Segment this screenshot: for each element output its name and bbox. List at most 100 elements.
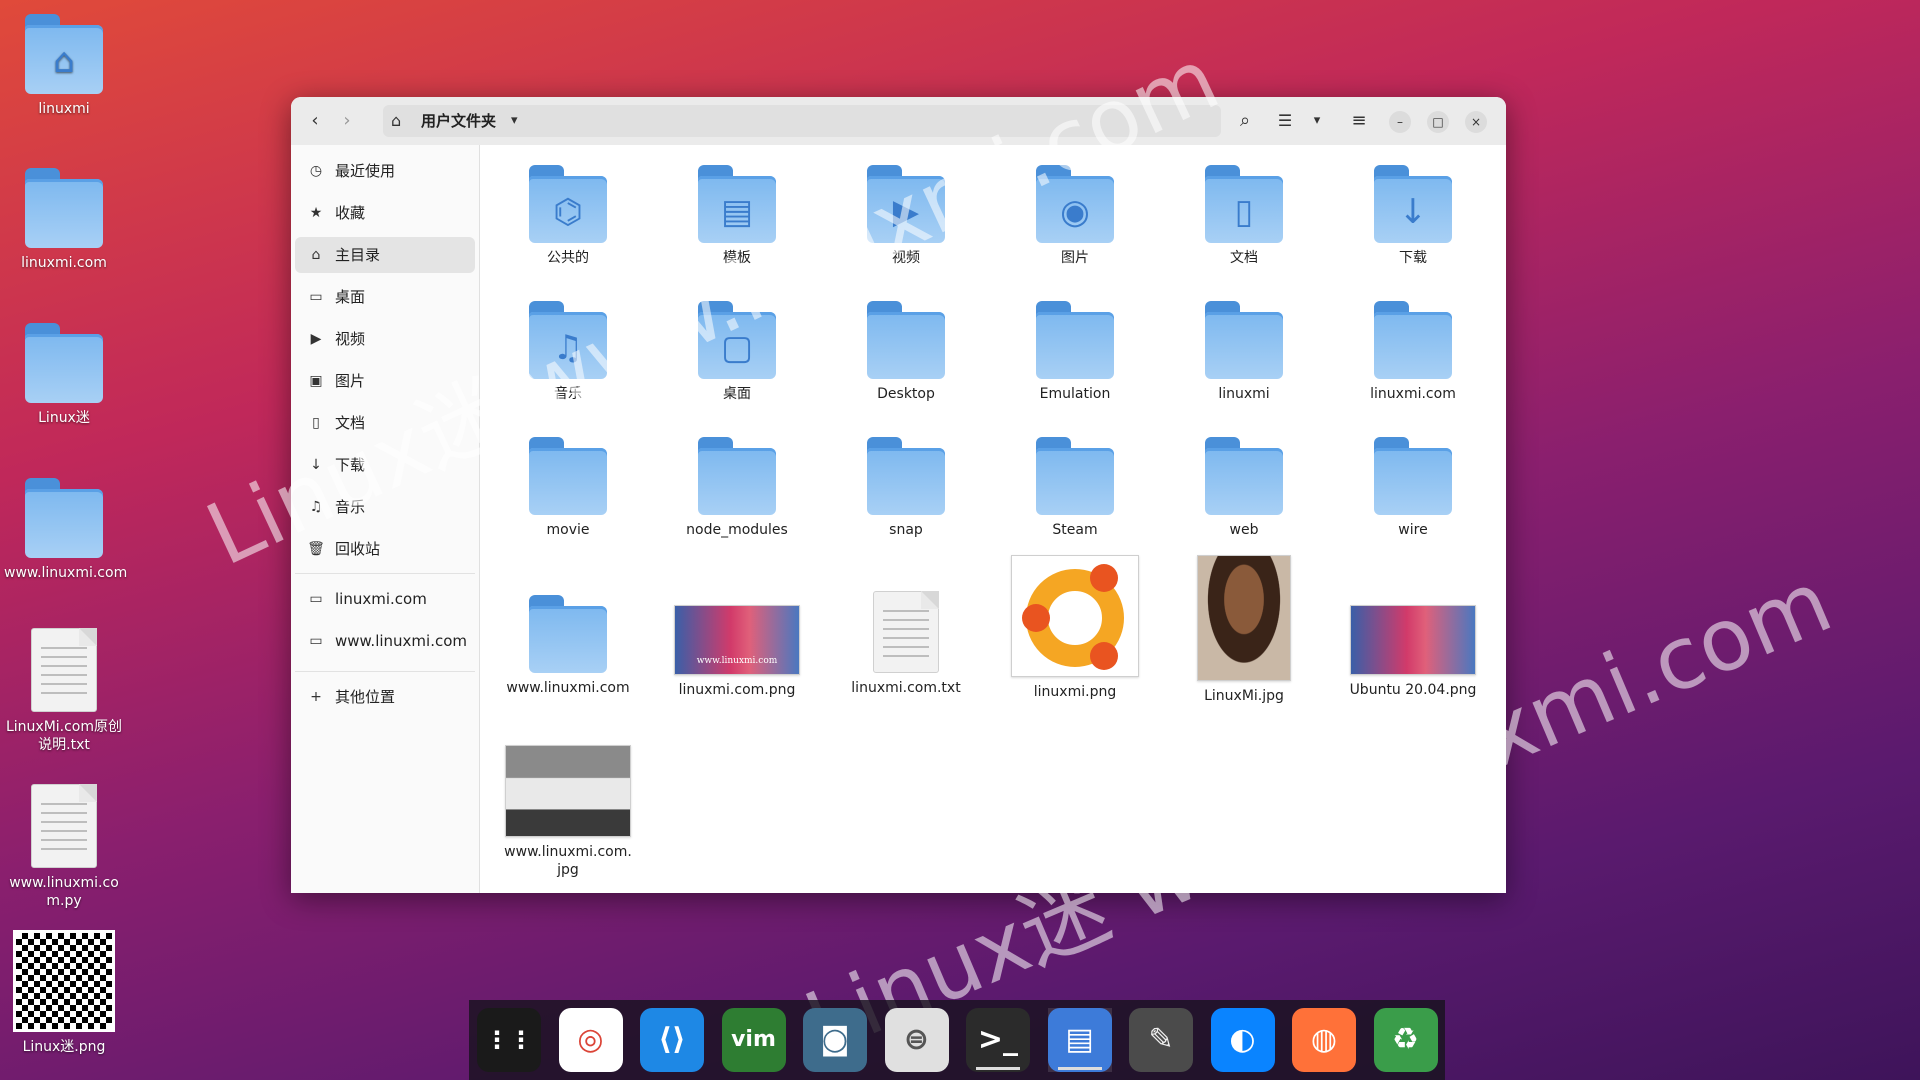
desktop-icon-item[interactable]: www.linuxmi.com xyxy=(4,478,127,582)
dock-gimp[interactable]: ✎ xyxy=(1129,1008,1193,1072)
menu-button[interactable]: ≡ xyxy=(1345,107,1373,135)
sidebar-item-label: 最近使用 xyxy=(335,162,396,180)
folder-icon: ▭ xyxy=(309,633,323,649)
file-item[interactable]: ◉ 图片 xyxy=(995,165,1155,267)
sidebar-item[interactable]: ♫ 音乐 xyxy=(295,489,475,525)
file-manager-window: ‹ › ⌂ 用户文件夹 ▾ ⌕ ☰ ▾ ≡ – □ × ◷ 最近使用 ★ 收藏 ⌂ 主目录… xyxy=(291,97,1506,893)
path-label[interactable]: 用户文件夹 xyxy=(421,105,496,137)
download-icon: ↓ xyxy=(1398,191,1428,232)
dock-terminal[interactable]: >_ xyxy=(966,1008,1030,1072)
file-item[interactable]: linuxmi.com.txt xyxy=(826,555,986,697)
folder-body xyxy=(529,605,607,673)
file-item[interactable]: Emulation xyxy=(995,301,1155,403)
dock-show-apps[interactable]: ⋮⋮ xyxy=(477,1008,541,1072)
close-button[interactable]: × xyxy=(1465,111,1487,133)
text-file-icon xyxy=(31,784,97,868)
sidebar-item[interactable]: ⌂ 主目录 xyxy=(295,237,475,273)
dock-files[interactable]: ▤ xyxy=(1047,1008,1112,1072)
sidebar-other-locations[interactable]: + 其他位置 xyxy=(295,679,475,715)
text-file-icon xyxy=(31,628,97,712)
sidebar-item-label: 音乐 xyxy=(335,498,366,516)
desktop-icon-item[interactable]: Linux迷 xyxy=(4,323,124,427)
hamburger-menu-icon: ≡ xyxy=(1351,110,1367,131)
file-item[interactable]: ↓ 下载 xyxy=(1333,165,1493,267)
folder-icon: ▯ xyxy=(1205,165,1283,243)
sidebar-item[interactable]: ★ 收藏 xyxy=(295,195,475,231)
dock-vim[interactable]: vim xyxy=(721,1008,786,1072)
plus-icon: + xyxy=(310,689,322,705)
maximize-button[interactable]: □ xyxy=(1427,111,1449,133)
folder-body xyxy=(1205,447,1283,515)
desktop-icon-item[interactable]: LinuxMi.com原创 说明.txt xyxy=(4,628,124,754)
sidebar-item[interactable]: ▯ 文档 xyxy=(295,405,475,441)
file-name: 视频 xyxy=(892,250,920,266)
file-item[interactable]: Ubuntu 20.04.png xyxy=(1333,555,1493,699)
file-item[interactable]: web xyxy=(1164,437,1324,539)
file-name: linuxmi.com.txt xyxy=(851,680,961,696)
sidebar-item-label: 桌面 xyxy=(335,288,366,306)
view-button[interactable]: ☰ xyxy=(1271,107,1299,135)
sidebar-item[interactable]: ↓ 下载 xyxy=(295,447,475,483)
template-icon: ▤ xyxy=(720,191,754,232)
file-item[interactable]: www.linuxmi.com linuxmi.com.png xyxy=(657,555,817,699)
file-item[interactable]: ♫ 音乐 xyxy=(488,301,648,403)
dock-vscode[interactable]: ⟨⟩ xyxy=(640,1008,704,1072)
file-item[interactable]: node_modules xyxy=(657,437,817,539)
sidebar-bookmark[interactable]: ▭ linuxmi.com xyxy=(295,581,475,617)
file-item[interactable]: Desktop xyxy=(826,301,986,403)
desktop-icon-item[interactable]: ⌂ linuxmi xyxy=(4,14,124,118)
file-item[interactable]: ▤ 模板 xyxy=(657,165,817,267)
file-name: linuxmi xyxy=(1218,386,1270,402)
file-item[interactable]: ▯ 文档 xyxy=(1164,165,1324,267)
dock-tweaks[interactable]: ⊜ xyxy=(884,1008,949,1072)
file-item[interactable]: ▶ 视频 xyxy=(826,165,986,267)
file-item[interactable]: www.linuxmi.com. jpg xyxy=(488,745,648,879)
folder-icon: ▶ xyxy=(867,165,945,243)
dock-trash[interactable]: ♻ xyxy=(1373,1008,1438,1072)
file-item[interactable]: snap xyxy=(826,437,986,539)
file-item[interactable]: Steam xyxy=(995,437,1155,539)
sidebar-item[interactable]: ▣ 图片 xyxy=(295,363,475,399)
file-item[interactable]: linuxmi.com xyxy=(1333,301,1493,403)
maximize-icon: □ xyxy=(1432,115,1444,129)
chevron-down-icon[interactable]: ▾ xyxy=(511,105,518,137)
running-indicator xyxy=(976,1067,1020,1070)
text-lines xyxy=(40,647,88,702)
file-item[interactable]: movie xyxy=(488,437,648,539)
sidebar-item[interactable]: ▶ 视频 xyxy=(295,321,475,357)
file-item[interactable]: LinuxMi.jpg xyxy=(1164,555,1324,705)
search-button[interactable]: ⌕ xyxy=(1231,107,1259,135)
file-item[interactable]: ▢ 桌面 xyxy=(657,301,817,403)
file-name: 公共的 xyxy=(547,250,589,266)
chevron-left-icon: ‹ xyxy=(311,110,319,131)
sidebar-item-label: 回收站 xyxy=(335,540,381,558)
minimize-button[interactable]: – xyxy=(1389,111,1411,133)
dock-screenshot[interactable]: ◙ xyxy=(803,1008,867,1072)
document-icon: ▯ xyxy=(1234,191,1254,232)
folder-icon: ▤ xyxy=(698,165,776,243)
file-name: web xyxy=(1229,522,1259,538)
file-item[interactable]: wire xyxy=(1333,437,1493,539)
desktop-icon-item[interactable]: Linux迷.png xyxy=(4,930,124,1056)
dock-firefox[interactable]: ◍ xyxy=(1292,1008,1356,1072)
sidebar-item[interactable]: 🗑 回收站 xyxy=(295,531,475,567)
folder-body xyxy=(1205,311,1283,379)
dock-edge[interactable]: ◐ xyxy=(1210,1008,1275,1072)
sidebar-item[interactable]: ▭ 桌面 xyxy=(295,279,475,315)
file-item[interactable]: linuxmi.png xyxy=(995,555,1155,701)
desktop-icon: ▢ xyxy=(720,327,754,368)
desktop-icon-item[interactable]: www.linuxmi.co m.py xyxy=(4,784,124,910)
sidebar-item[interactable]: ◷ 最近使用 xyxy=(295,153,475,189)
desktop-icon-item[interactable]: linuxmi.com xyxy=(4,168,124,272)
sidebar-bookmark[interactable]: ▭ www.linuxmi.com xyxy=(295,623,475,659)
sidebar-item-label: 收藏 xyxy=(335,204,366,222)
forward-button[interactable]: › xyxy=(333,107,361,135)
back-button[interactable]: ‹ xyxy=(301,107,329,135)
view-options-button[interactable]: ▾ xyxy=(1303,107,1331,135)
file-item[interactable]: ⌬ 公共的 xyxy=(488,165,648,267)
dock-chrome[interactable]: ◎ xyxy=(558,1008,623,1072)
file-item[interactable]: linuxmi xyxy=(1164,301,1324,403)
path-bar[interactable]: ⌂ 用户文件夹 ▾ xyxy=(383,105,1221,137)
folder-icon xyxy=(25,478,103,558)
file-item[interactable]: www.linuxmi.com xyxy=(488,555,648,697)
